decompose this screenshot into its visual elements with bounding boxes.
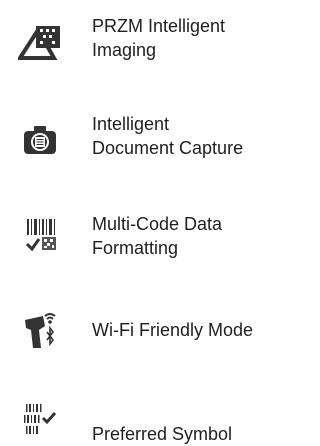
barcode-list-check-icon <box>16 396 64 444</box>
document-camera-icon <box>16 116 64 164</box>
feature-label: PRZM Intelligent Imaging <box>92 16 226 60</box>
prism-triangle-icon <box>16 18 64 66</box>
multi-barcode-check-icon <box>16 210 64 258</box>
feature-label: Intelligent Document Capture <box>92 114 244 158</box>
scanner-wifi-icon <box>16 306 64 354</box>
feature-label: Preferred Symbol <box>92 424 233 444</box>
feature-document-capture: Intelligent Document Capture <box>0 100 313 180</box>
feature-label: Multi-Code Data Formatting <box>92 214 223 258</box>
feature-multi-code-formatting: Multi-Code Data Formatting <box>0 198 313 278</box>
feature-przm-imaging: PRZM Intelligent Imaging <box>0 0 313 80</box>
feature-preferred-symbol: Preferred Symbol <box>0 392 313 445</box>
feature-wifi-friendly-mode: Wi-Fi Friendly Mode <box>0 300 313 360</box>
feature-label: Wi-Fi Friendly Mode <box>92 320 254 340</box>
